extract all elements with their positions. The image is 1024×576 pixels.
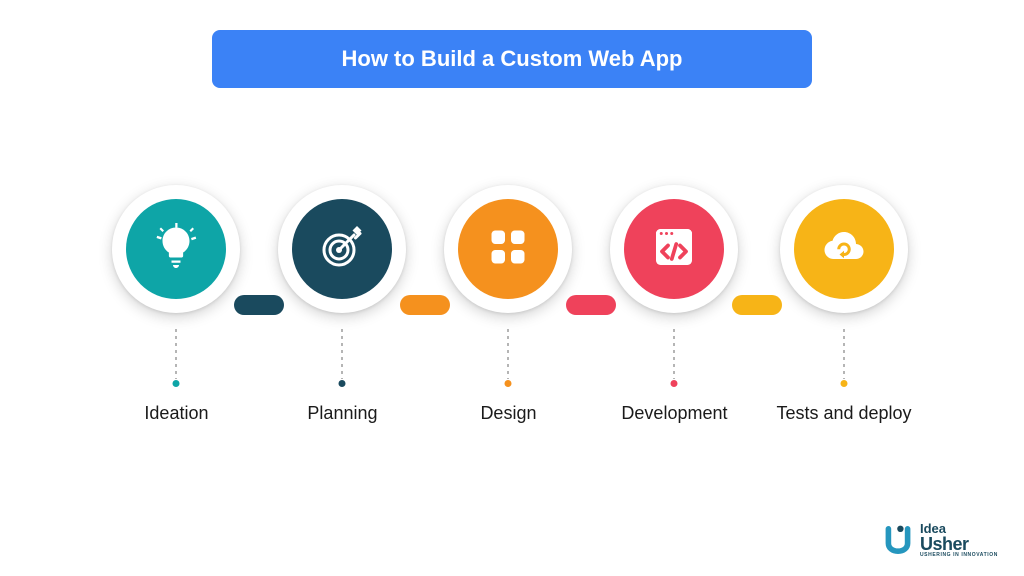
step-circle-inner <box>458 199 558 299</box>
brand-logo: Idea Usher USHERING IN INNOVATION <box>882 522 998 558</box>
step-ideation: Ideation <box>112 185 240 424</box>
step-circle <box>780 185 908 313</box>
connector-bar <box>400 295 450 315</box>
step-circle <box>278 185 406 313</box>
connector-bar <box>732 295 782 315</box>
brand-name-part2: Usher <box>920 535 998 553</box>
connector-bar <box>234 295 284 315</box>
cloud-sync-icon <box>820 223 868 276</box>
step-label: Design <box>480 403 536 424</box>
brand-tagline: USHERING IN INNOVATION <box>920 553 998 558</box>
step-circle-inner <box>794 199 894 299</box>
page-title: How to Build a Custom Web App <box>342 46 683 72</box>
connector-dotted <box>843 329 845 379</box>
step-circle <box>112 185 240 313</box>
step-label: Planning <box>307 403 377 424</box>
connector-dotted <box>175 329 177 379</box>
code-window-icon <box>650 223 698 276</box>
target-icon <box>318 223 366 276</box>
step-circle <box>610 185 738 313</box>
step-circle-inner <box>292 199 392 299</box>
connector-bar <box>566 295 616 315</box>
step-circle <box>444 185 572 313</box>
step-planning: Planning <box>278 185 406 424</box>
step-circle-inner <box>126 199 226 299</box>
connector-dotted <box>341 329 343 379</box>
step-design: Design <box>444 185 572 424</box>
brand-text: Idea Usher USHERING IN INNOVATION <box>920 522 998 558</box>
step-development: Development <box>610 185 738 424</box>
grid-icon <box>484 223 532 276</box>
step-label: Tests and deploy <box>776 403 911 424</box>
step-label: Ideation <box>144 403 208 424</box>
connector-dotted <box>673 329 675 379</box>
step-circle-inner <box>624 199 724 299</box>
title-banner: How to Build a Custom Web App <box>212 30 812 88</box>
brand-mark-icon <box>882 524 914 556</box>
steps-row: Ideation Planning Design <box>0 185 1024 424</box>
connector-dotted <box>507 329 509 379</box>
step-tests-deploy: Tests and deploy <box>776 185 911 424</box>
step-label: Development <box>621 403 727 424</box>
lightbulb-icon <box>152 223 200 276</box>
